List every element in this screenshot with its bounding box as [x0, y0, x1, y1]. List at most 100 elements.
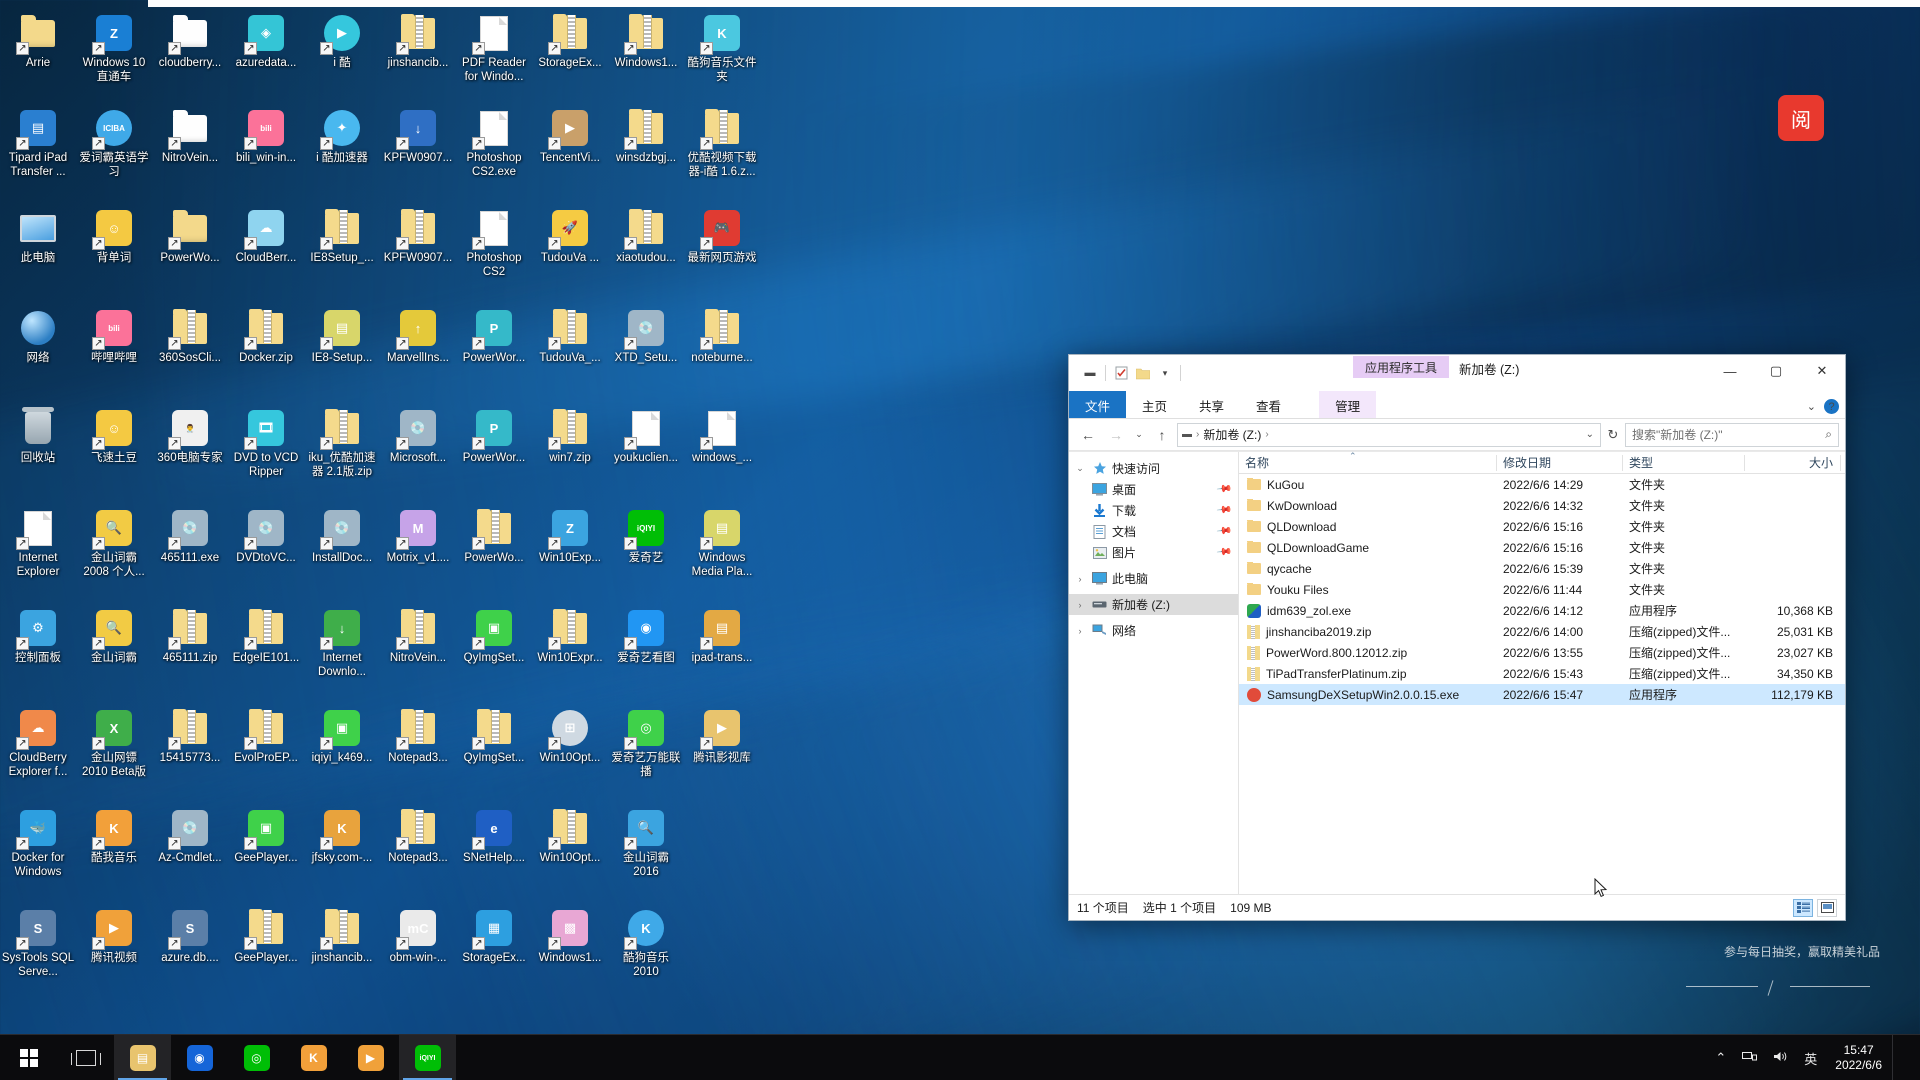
desktop-icon[interactable]: 🔍 ↗ 金山词霸 [76, 602, 152, 702]
desktop-icon[interactable]: ▤ ↗ ipad-trans... [684, 602, 760, 702]
desktop-icon[interactable]: K ↗ 酷我音乐 [76, 802, 152, 902]
column-header-size[interactable]: 大小 [1745, 452, 1841, 474]
desktop-icon[interactable]: 🐳 ↗ Docker for Windows [0, 802, 76, 902]
nav-item-0[interactable]: ⌄ 快速访问 [1069, 458, 1238, 479]
desktop-icon[interactable]: ↗ jinshancib... [304, 902, 380, 1002]
desktop-icon[interactable]: ↗ TudouVa_... [532, 302, 608, 402]
desktop-icon[interactable]: ◈ ↗ azuredata... [228, 7, 304, 102]
file-name-cell[interactable]: SamsungDeXSetupWin2.0.0.15.exe [1239, 687, 1497, 702]
pin-icon[interactable]: 📌 [1215, 502, 1232, 518]
file-explorer-taskbar[interactable]: ▤ [114, 1035, 171, 1080]
ribbon-collapse-icon[interactable]: ⌄ [1807, 400, 1816, 413]
desktop-icon[interactable]: ↗ cloudberry... [152, 7, 228, 102]
desktop-icon[interactable]: 👨‍⚕ ↗ 360电脑专家 [152, 402, 228, 502]
desktop-icon[interactable]: ☁ ↗ CloudBerry Explorer f... [0, 702, 76, 802]
desktop-icon[interactable]: ↗ youkuclien... [608, 402, 684, 502]
desktop-icon[interactable]: e ↗ SNetHelp.... [456, 802, 532, 902]
maximize-button[interactable]: ▢ [1753, 355, 1799, 387]
youdao-widget[interactable]: 阅 [1778, 95, 1824, 141]
desktop-icon[interactable]: K ↗ 酷狗音乐 2010 [608, 902, 684, 1002]
desktop-icon[interactable]: ↗ Photoshop CS2 [456, 202, 532, 302]
desktop-icon[interactable]: S ↗ SysTools SQL Serve... [0, 902, 76, 1002]
file-rows[interactable]: KuGou 2022/6/6 14:29 文件夹 KwDownload 2022/6/6… [1239, 474, 1845, 894]
file-row[interactable]: QLDownload 2022/6/6 15:16 文件夹 [1239, 516, 1845, 537]
desktop-icon[interactable]: ▣ ↗ QyImgSet... [456, 602, 532, 702]
file-name-cell[interactable]: KwDownload [1239, 498, 1497, 513]
desktop-icon[interactable]: ▣ ↗ iqiyi_k469... [304, 702, 380, 802]
desktop-icon[interactable]: ↗ PowerWo... [456, 502, 532, 602]
desktop-icon[interactable]: ▶ ↗ 腾讯影视库 [684, 702, 760, 802]
file-row[interactable]: qycache 2022/6/6 15:39 文件夹 [1239, 558, 1845, 579]
taskbar[interactable]: ▤ ◉ ◎ K ▶ iQIYI ⌃ 英 15:47 2022/6/6 [0, 1034, 1920, 1080]
desktop-icon[interactable]: ↓ ↗ KPFW0907... [380, 102, 456, 202]
desktop-icon[interactable]: ▶ ↗ 腾讯视频 [76, 902, 152, 1002]
desktop-icon[interactable]: ↗ noteburne... [684, 302, 760, 402]
desktop-icon[interactable]: ↑ ↗ MarvellIns... [380, 302, 456, 402]
ribbon-tab-view[interactable]: 查看 [1240, 391, 1297, 418]
desktop-icon[interactable]: 💿 ↗ 465111.exe [152, 502, 228, 602]
drive-icon[interactable]: ▬ [1079, 362, 1101, 384]
address-input[interactable]: ▬ › 新加卷 (Z:) › ⌄ [1177, 422, 1601, 447]
file-name-cell[interactable]: KuGou [1239, 477, 1497, 492]
search-input[interactable]: 搜索"新加卷 (Z:)" ⌕ [1625, 422, 1839, 447]
desktop-icon[interactable]: 💿 ↗ Microsoft... [380, 402, 456, 502]
up-button[interactable]: ↑ [1149, 423, 1175, 447]
file-row[interactable]: QLDownloadGame 2022/6/6 15:16 文件夹 [1239, 537, 1845, 558]
desktop-icon[interactable]: ↗ Arrie [0, 7, 76, 102]
desktop-icon[interactable]: ↗ 360SosCli... [152, 302, 228, 402]
desktop-icon[interactable]: ▤ ↗ Windows Media Pla... [684, 502, 760, 602]
desktop-icon[interactable]: ↗ Win10Opt... [532, 802, 608, 902]
desktop-icon[interactable]: 🚀 ↗ TudouVa ... [532, 202, 608, 302]
expander-icon[interactable]: › [1073, 574, 1087, 584]
desktop-icon[interactable]: Z ↗ Windows 10 直通车 [76, 7, 152, 102]
desktop-icon[interactable]: ↗ Docker.zip [228, 302, 304, 402]
desktop-icon[interactable]: ↗ StorageEx... [532, 7, 608, 102]
desktop-icon[interactable]: ↗ iku_优酷加速器 2.1版.zip [304, 402, 380, 502]
desktop-icon[interactable]: 网络 [0, 302, 76, 402]
desktop-icon[interactable]: iQIYI ↗ 爱奇艺 [608, 502, 684, 602]
nav-item-3[interactable]: 文档 📌 [1069, 521, 1238, 542]
desktop-icon[interactable]: ↗ NitroVein... [380, 602, 456, 702]
desktop-icon[interactable]: ↗ Photoshop CS2.exe [456, 102, 532, 202]
desktop-icon[interactable]: ↗ IE8Setup_... [304, 202, 380, 302]
file-explorer-window[interactable]: ▬ ▾ 应用程序工具 新加卷 (Z:) — ▢ ✕ 文件 主页 共享 查看 管理 ⌄ ?… [1068, 354, 1846, 921]
app-blue-taskbar[interactable]: ◉ [171, 1035, 228, 1080]
file-row[interactable]: SamsungDeXSetupWin2.0.0.15.exe 2022/6/6 1… [1239, 684, 1845, 705]
file-name-cell[interactable]: idm639_zol.exe [1239, 603, 1497, 618]
desktop-icon[interactable]: ⊞ ↗ Win10Opt... [532, 702, 608, 802]
nav-item-5[interactable]: › 此电脑 [1069, 568, 1238, 589]
desktop-icon[interactable]: ↗ win7.zip [532, 402, 608, 502]
ribbon-tab-manage[interactable]: 管理 [1319, 391, 1377, 418]
desktop-icon[interactable]: ↗ Win10Expr... [532, 602, 608, 702]
file-name-cell[interactable]: QLDownload [1239, 519, 1497, 534]
desktop-icon[interactable]: ▩ ↗ Windows1... [532, 902, 608, 1002]
desktop-icon[interactable]: 💿 ↗ DVDtoVC... [228, 502, 304, 602]
network-icon[interactable] [1734, 1050, 1765, 1066]
desktop-icon[interactable]: ↗ winsdzbgj... [608, 102, 684, 202]
recent-locations-button[interactable]: ⌄ [1131, 423, 1147, 447]
quick-access-toolbar[interactable]: ▬ ▾ [1069, 355, 1185, 391]
desktop-icon[interactable]: ICIBA ↗ 爱词霸英语学习 [76, 102, 152, 202]
customize-qat-dropdown[interactable]: ▾ [1154, 362, 1176, 384]
file-name-cell[interactable]: Youku Files [1239, 582, 1497, 597]
column-header-date[interactable]: 修改日期 [1497, 452, 1623, 474]
nav-item-6[interactable]: › 新加卷 (Z:) [1069, 594, 1238, 615]
nav-item-7[interactable]: › 网络 [1069, 620, 1238, 641]
desktop-icon[interactable]: P ↗ PowerWor... [456, 302, 532, 402]
desktop-icon[interactable]: ↗ NitroVein... [152, 102, 228, 202]
desktop-icon[interactable]: ▤ ↗ IE8-Setup... [304, 302, 380, 402]
close-button[interactable]: ✕ [1799, 355, 1845, 387]
breadcrumb-chevron-1[interactable]: › [1265, 429, 1268, 440]
desktop-icon[interactable]: ↗ QyImgSet... [456, 702, 532, 802]
kuwo-taskbar[interactable]: K [285, 1035, 342, 1080]
nav-item-4[interactable]: 图片 📌 [1069, 542, 1238, 563]
desktop-icon[interactable]: bili ↗ bili_win-in... [228, 102, 304, 202]
file-name-cell[interactable]: QLDownloadGame [1239, 540, 1497, 555]
desktop-icon[interactable]: ✦ ↗ i 酷加速器 [304, 102, 380, 202]
desktop-icon[interactable]: ☁ ↗ CloudBerr... [228, 202, 304, 302]
desktop-icon[interactable]: ↗ Notepad3... [380, 802, 456, 902]
expander-icon[interactable]: › [1073, 626, 1087, 636]
desktop-icon[interactable]: 🎞 ↗ DVD to VCD Ripper [228, 402, 304, 502]
desktop-icon[interactable]: 🔍 ↗ 金山词霸 2008 个人... [76, 502, 152, 602]
desktop-icon[interactable]: 🎮 ↗ 最新网页游戏 [684, 202, 760, 302]
